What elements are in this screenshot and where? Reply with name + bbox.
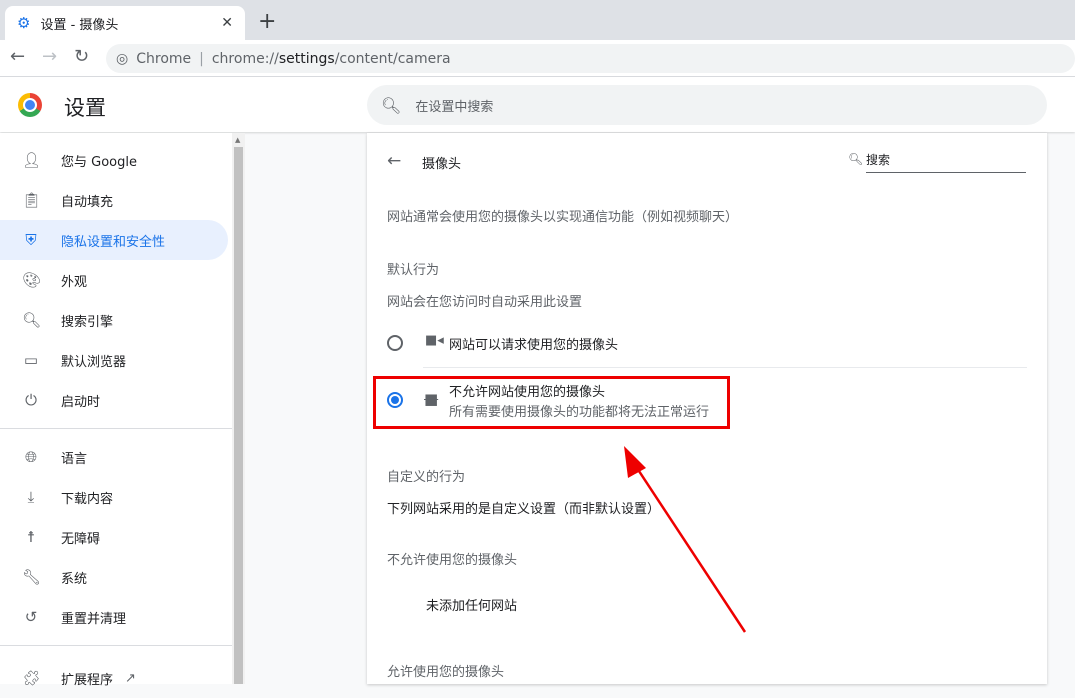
annotation-arrow [624,446,747,633]
